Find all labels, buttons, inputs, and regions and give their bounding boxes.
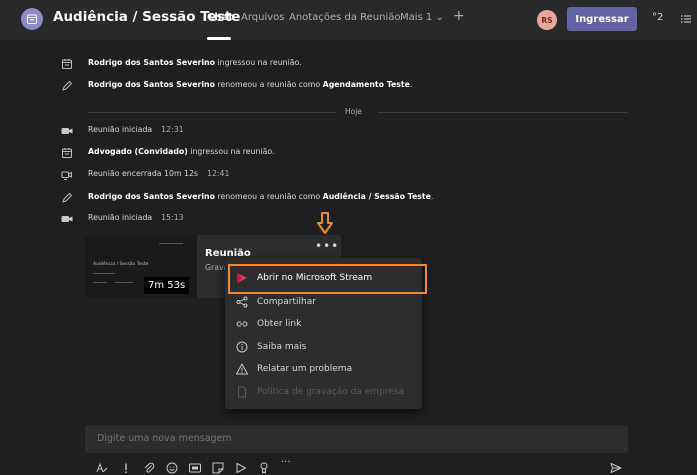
event-time: 15:13 (161, 213, 184, 222)
gif-icon[interactable] (189, 459, 201, 473)
event-description: ingressou na reunião. (187, 147, 275, 156)
menu-item-label: Relatar um problema (257, 364, 353, 374)
calendar-icon (62, 148, 72, 158)
annotation-highlight-box (228, 264, 427, 294)
emoji-icon[interactable] (166, 459, 178, 474)
menu-item-recording-policy: Política de gravação da empresa (225, 381, 422, 403)
recording-thumbnail[interactable]: Audiência / Sessão Teste 7m 53s (85, 235, 197, 298)
event-row: Advogado (Convidado) ingressou na reuniã… (0, 145, 697, 161)
camera-icon (61, 128, 73, 134)
event-text: Reunião iniciada 15:13 (88, 213, 184, 222)
event-row: Rodrigo dos Santos Severino renomeou a r… (0, 190, 697, 206)
event-row: Reunião encerrada 10m 12s 12:41 (0, 167, 697, 183)
event-end: . (409, 80, 413, 89)
link-icon (236, 321, 248, 327)
participants-label: °2 (652, 12, 664, 23)
event-text: Advogado (Convidado) ingressou na reuniã… (88, 147, 275, 156)
event-text: Rodrigo dos Santos Severino renomeou a r… (88, 80, 412, 89)
menu-item-label: Política de gravação da empresa (257, 387, 405, 397)
important-icon[interactable] (120, 459, 132, 474)
pencil-icon (62, 80, 73, 91)
list-menu-icon[interactable] (680, 13, 692, 25)
camera-icon (61, 216, 73, 222)
thumb-detail (159, 243, 183, 244)
event-actor: Rodrigo dos Santos Severino (88, 192, 215, 201)
tab-chat[interactable]: Chat (207, 12, 233, 23)
active-tab-indicator (207, 37, 231, 40)
event-row: Rodrigo dos Santos Severino ingressou na… (0, 56, 697, 72)
menu-item-report-problem[interactable]: Relatar um problema (225, 358, 422, 380)
menu-item-learn-more[interactable]: Saiba mais (225, 336, 422, 358)
event-text: Rodrigo dos Santos Severino ingressou na… (88, 58, 302, 67)
thumbnail-title: Audiência / Sessão Teste (93, 262, 149, 267)
event-text: Rodrigo dos Santos Severino renomeou a r… (88, 192, 433, 201)
join-button[interactable]: Ingressar (567, 7, 637, 31)
share-icon (236, 296, 248, 308)
menu-item-label: Compartilhar (257, 297, 316, 307)
event-text: Reunião iniciada 12:31 (88, 125, 184, 134)
menu-item-get-link[interactable]: Obter link (225, 313, 422, 335)
more-options-icon[interactable]: ··· (281, 457, 297, 469)
meeting-calendar-icon (21, 8, 43, 30)
format-icon[interactable] (96, 459, 108, 473)
warning-icon (236, 363, 248, 375)
date-separator: Hoje (345, 107, 362, 116)
more-options-button[interactable]: ••• (315, 239, 339, 253)
event-actor: Rodrigo dos Santos Severino (88, 58, 215, 67)
event-description: renomeou a reunião como (214, 192, 323, 201)
info-icon (236, 341, 248, 353)
divider-right (378, 112, 628, 113)
meeting-ended-icon (61, 171, 72, 180)
menu-item-share[interactable]: Compartilhar (225, 291, 422, 313)
meet-now-icon[interactable] (235, 459, 247, 473)
document-icon (238, 386, 246, 398)
thumb-detail (93, 282, 107, 283)
sticker-icon[interactable] (212, 459, 224, 474)
add-tab-button[interactable]: + (453, 8, 465, 24)
event-time: 12:41 (207, 169, 230, 178)
recording-duration: 7m 53s (144, 277, 190, 294)
event-description: renomeou a reunião como (214, 80, 323, 89)
tab-files[interactable]: Arquivos (241, 12, 285, 23)
tab-meeting-notes[interactable]: Anotações da Reunião (289, 12, 401, 23)
arrow-down-icon (317, 212, 333, 234)
header-bar: Audiência / Sessão Teste Chat Arquivos A… (0, 0, 697, 40)
event-meeting-name: Audiência / Sessão Teste (322, 192, 431, 201)
menu-item-label: Saiba mais (257, 342, 307, 352)
participants-count[interactable]: °2 (652, 12, 663, 23)
event-description: ingressou na reunião. (214, 58, 302, 67)
event-meeting-name: Agendamento Teste (322, 80, 410, 89)
pencil-icon (62, 192, 73, 203)
thumb-detail (93, 273, 115, 274)
event-row: Reunião iniciada 15:13 (0, 211, 697, 227)
calendar-icon (62, 59, 72, 69)
event-actor: Rodrigo dos Santos Severino (88, 80, 215, 89)
event-row: Rodrigo dos Santos Severino renomeou a r… (0, 78, 697, 94)
avatar[interactable]: RS (537, 10, 557, 30)
divider-left (88, 112, 336, 113)
event-description: Reunião iniciada (88, 125, 153, 134)
event-description: Reunião encerrada 10m 12s (88, 169, 198, 178)
tab-more[interactable]: Mais 1 ⌄ (400, 12, 444, 23)
thumb-detail (115, 282, 133, 283)
event-actor: Advogado (Convidado) (88, 147, 188, 156)
event-end: . (430, 192, 434, 201)
compose-box[interactable] (85, 425, 628, 453)
event-description: Reunião iniciada (88, 213, 153, 222)
menu-item-label: Obter link (257, 319, 302, 329)
praise-icon[interactable] (258, 459, 270, 474)
event-time: 12:31 (161, 125, 184, 134)
message-input[interactable] (97, 433, 597, 444)
event-text: Reunião encerrada 10m 12s 12:41 (88, 169, 229, 178)
event-row: Reunião iniciada 12:31 (0, 123, 697, 139)
send-icon[interactable] (610, 459, 622, 473)
attach-icon[interactable] (143, 459, 155, 473)
